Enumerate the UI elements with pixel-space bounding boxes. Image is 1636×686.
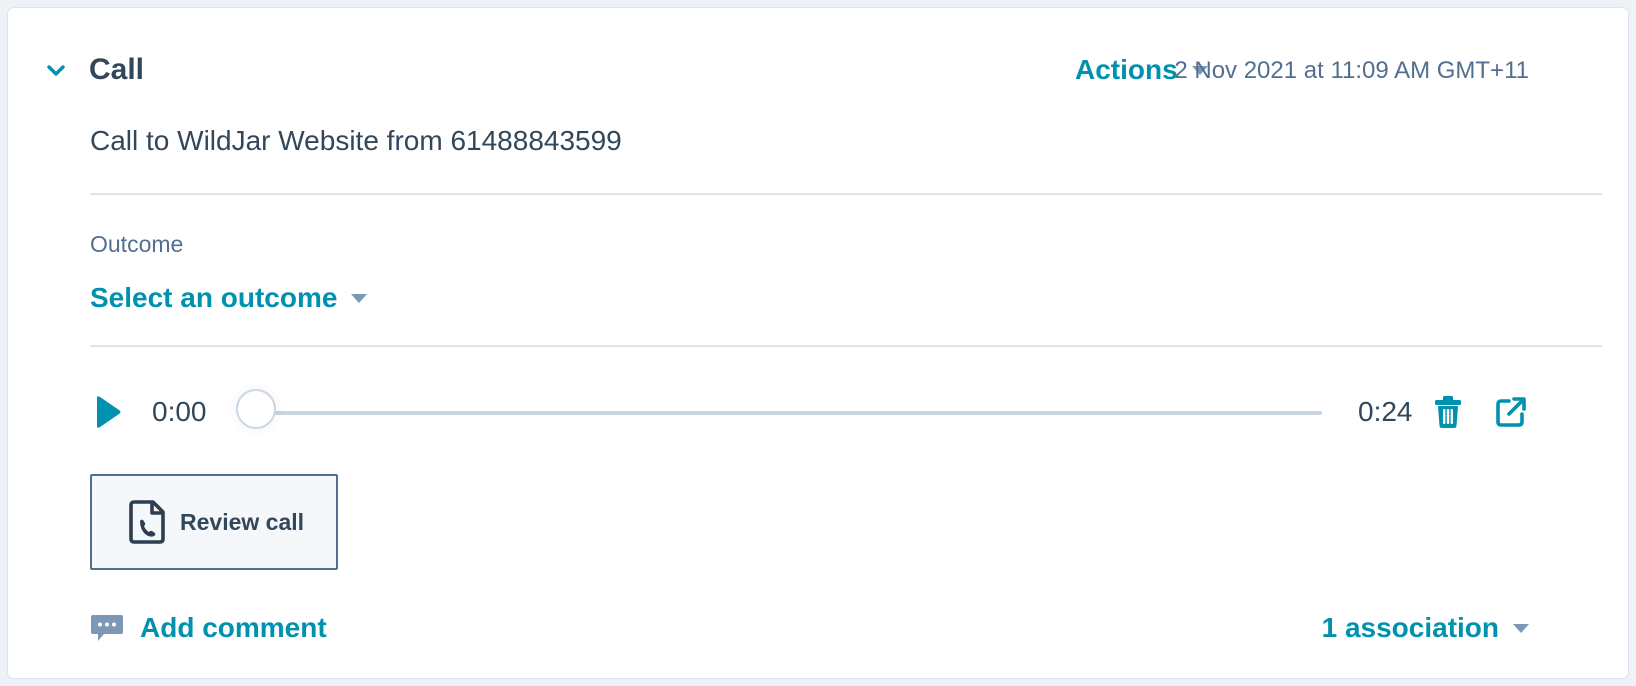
associations-dropdown[interactable]: 1 association (1322, 610, 1529, 646)
phone-document-icon (129, 500, 165, 544)
delete-recording-button[interactable] (1433, 395, 1463, 429)
outcome-select-dropdown[interactable]: Select an outcome (90, 280, 368, 316)
call-subject: Call to WildJar Website from 61488843599 (90, 125, 622, 156)
trash-icon (1435, 396, 1461, 428)
add-comment-label: Add comment (140, 612, 327, 643)
current-time: 0:00 (152, 396, 207, 427)
play-button[interactable] (94, 394, 124, 430)
divider (90, 345, 1602, 347)
comment-bubble-icon (91, 615, 123, 641)
activity-timestamp: 2 Nov 2021 at 11:09 AM GMT+11 (1174, 57, 1529, 84)
external-link-icon (1496, 397, 1526, 427)
add-comment-link[interactable]: Add comment (90, 610, 327, 646)
audio-scrubber-handle[interactable] (236, 389, 276, 429)
divider (90, 193, 1602, 195)
actions-label: Actions (1075, 54, 1178, 85)
play-icon (97, 396, 121, 428)
activity-type-title: Call (89, 53, 145, 86)
outcome-select-label: Select an outcome (90, 282, 338, 313)
call-activity-card: Call Actions 2 Nov 2021 at 11:09 AM GMT+… (8, 8, 1628, 678)
caret-down-icon (351, 293, 368, 303)
review-call-label: Review call (180, 508, 305, 535)
open-external-button[interactable] (1494, 395, 1528, 429)
total-duration: 0:24 (1358, 396, 1413, 427)
association-count-label: 1 association (1321, 612, 1499, 643)
caret-down-icon (1513, 623, 1529, 633)
collapse-chevron-down-icon[interactable] (45, 60, 67, 82)
outcome-label: Outcome (90, 231, 184, 257)
review-call-button[interactable]: Review call (90, 474, 338, 570)
audio-progress-track[interactable] (256, 411, 1322, 415)
